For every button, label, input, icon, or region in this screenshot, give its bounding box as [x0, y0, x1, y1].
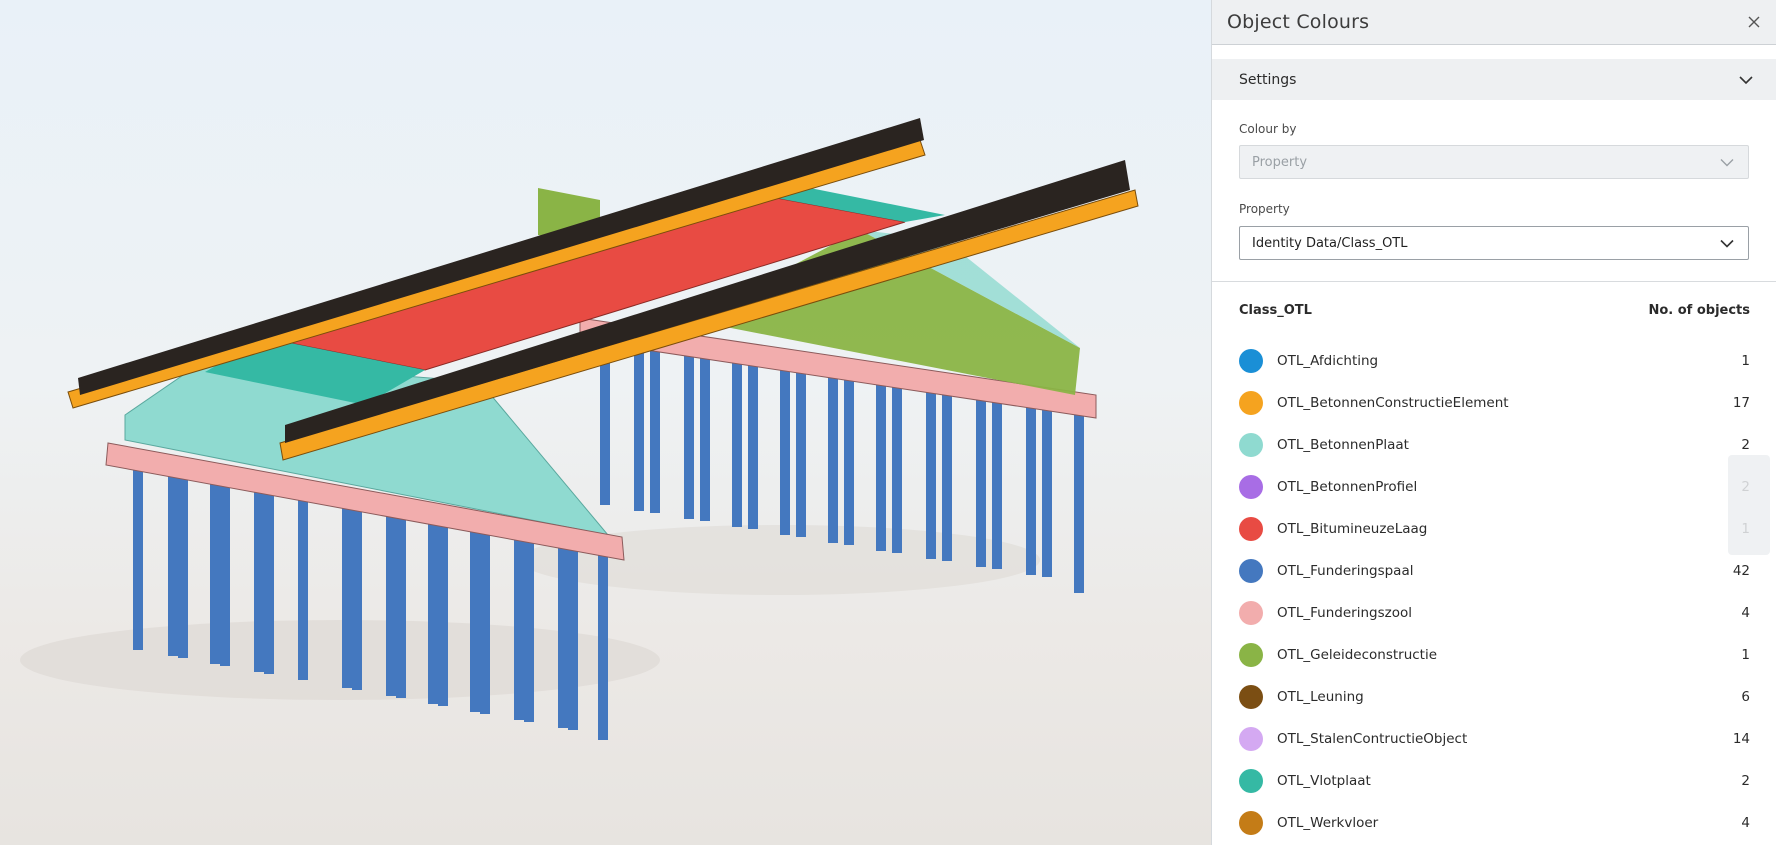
column-class-header: Class_OTL [1239, 303, 1312, 318]
panel-header: Object Colours [1212, 0, 1776, 45]
class-label: OTL_Leuning [1277, 689, 1364, 705]
class-label: OTL_Werkvloer [1277, 815, 1379, 831]
property-select[interactable]: Identity Data/Class_OTL [1239, 226, 1749, 260]
object-count: 1 [1741, 353, 1750, 369]
object-count: 2 [1741, 773, 1750, 789]
list-item[interactable]: OTL_Afdichting 1 [1239, 340, 1750, 382]
object-colours-panel: Object Colours Settings Colour by Proper… [1211, 0, 1776, 845]
class-label: OTL_BetonnenProfiel [1277, 479, 1418, 495]
list-item[interactable]: OTL_BitumineuzeLaag1 [1239, 508, 1750, 550]
list-item[interactable]: OTL_Funderingspaal 42 [1239, 550, 1750, 592]
list-item[interactable]: OTL_Geleideconstructie 1 [1239, 634, 1750, 676]
list-item[interactable]: OTL_StalenContructieObject 14 [1239, 718, 1750, 760]
object-count: 6 [1741, 689, 1750, 705]
color-swatch[interactable] [1239, 391, 1263, 415]
chevron-down-icon [1739, 75, 1753, 84]
colour-by-value: Property [1252, 154, 1308, 170]
color-swatch[interactable] [1239, 517, 1263, 541]
list-item[interactable]: OTL_Vlotplaat 2 [1239, 760, 1750, 802]
list-item[interactable]: OTL_Werkvloer 4 [1239, 802, 1750, 844]
color-swatch[interactable] [1239, 685, 1263, 709]
divider [1212, 281, 1776, 282]
color-swatch[interactable] [1239, 559, 1263, 583]
property-value: Identity Data/Class_OTL [1252, 235, 1408, 251]
class-label: OTL_Geleideconstructie [1277, 647, 1438, 663]
list-item[interactable]: OTL_BetonnenProfiel2 [1239, 466, 1750, 508]
colour-by-label: Colour by [1239, 122, 1297, 136]
class-label: OTL_BitumineuzeLaag [1277, 521, 1428, 537]
chevron-down-icon [1720, 158, 1734, 166]
class-label: OTL_BetonnenPlaat [1277, 437, 1409, 453]
color-swatch[interactable] [1239, 769, 1263, 793]
color-swatch[interactable] [1239, 433, 1263, 457]
color-swatch[interactable] [1239, 727, 1263, 751]
object-count: 2 [1741, 437, 1750, 453]
chevron-down-icon [1720, 239, 1734, 248]
list-item[interactable]: OTL_BetonnenPlaat 2 [1239, 424, 1750, 466]
list-item[interactable]: OTL_BetonnenConstructieElement 17 [1239, 382, 1750, 424]
list-item[interactable]: OTL_Leuning 6 [1239, 676, 1750, 718]
list-header: Class_OTL No. of objects [1239, 303, 1750, 318]
class-label: OTL_Afdichting [1277, 353, 1379, 369]
color-swatch[interactable] [1239, 643, 1263, 667]
settings-title: Settings [1239, 71, 1297, 88]
class-label: OTL_BetonnenConstructieElement [1277, 395, 1509, 411]
object-count: 1 [1741, 647, 1750, 663]
class-label: OTL_Funderingszool [1277, 605, 1412, 621]
class-label: OTL_Funderingspaal [1277, 563, 1414, 579]
object-count: 4 [1741, 815, 1750, 831]
color-swatch[interactable] [1239, 475, 1263, 499]
color-swatch[interactable] [1239, 349, 1263, 373]
object-count: 17 [1732, 395, 1750, 411]
settings-section-toggle[interactable]: Settings [1212, 59, 1776, 100]
object-count: 42 [1732, 563, 1750, 579]
color-swatch[interactable] [1239, 601, 1263, 625]
column-count-header: No. of objects [1648, 303, 1750, 318]
bridge-model [20, 118, 1139, 740]
list-item[interactable]: OTL_Funderingszool 4 [1239, 592, 1750, 634]
object-count: 14 [1732, 731, 1750, 747]
object-count: 4 [1741, 605, 1750, 621]
colour-by-select: Property [1239, 145, 1749, 179]
class-list: OTL_Afdichting 1 OTL_BetonnenConstructieEl… [1239, 340, 1750, 844]
color-swatch[interactable] [1239, 811, 1263, 835]
scroll-widget[interactable] [1728, 455, 1770, 555]
panel-title: Object Colours [1227, 11, 1370, 33]
class-label: OTL_Vlotplaat [1277, 773, 1371, 789]
close-icon[interactable] [1746, 14, 1762, 30]
model-viewport[interactable] [0, 0, 1211, 845]
class-label: OTL_StalenContructieObject [1277, 731, 1468, 747]
property-label: Property [1239, 202, 1290, 216]
